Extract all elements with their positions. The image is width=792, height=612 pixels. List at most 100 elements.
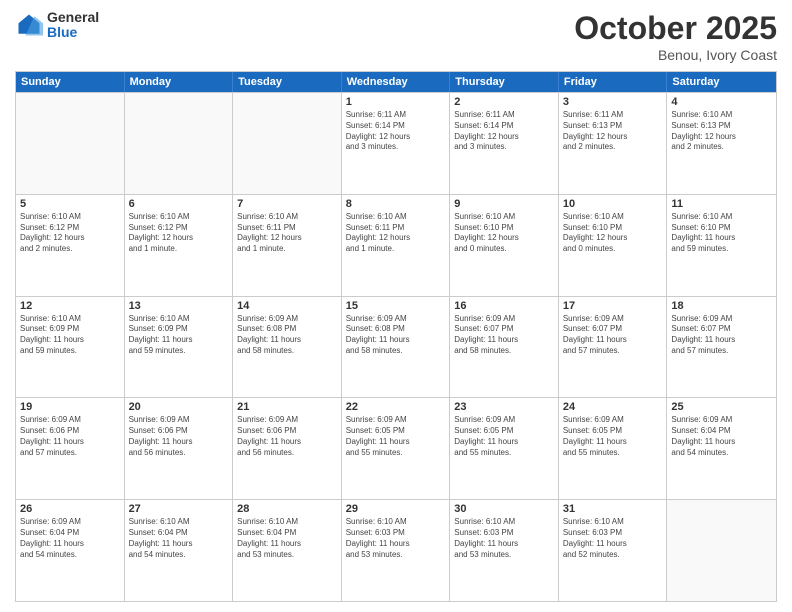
day-number: 7 (237, 198, 337, 210)
day-cell-29: 29 Sunrise: 6:10 AM Sunset: 6:03 PM Dayli… (342, 500, 451, 601)
day-info: Sunrise: 6:09 AM Sunset: 6:06 PM Dayligh… (20, 415, 120, 458)
day-info: Sunrise: 6:10 AM Sunset: 6:12 PM Dayligh… (20, 212, 120, 255)
weekday-header-tuesday: Tuesday (233, 72, 342, 92)
day-info: Sunrise: 6:10 AM Sunset: 6:03 PM Dayligh… (346, 517, 446, 560)
empty-cell-0-1 (125, 93, 234, 194)
location: Benou, Ivory Coast (574, 47, 777, 63)
day-cell-22: 22 Sunrise: 6:09 AM Sunset: 6:05 PM Dayli… (342, 398, 451, 499)
day-cell-12: 12 Sunrise: 6:10 AM Sunset: 6:09 PM Dayli… (16, 297, 125, 398)
day-number: 8 (346, 198, 446, 210)
day-number: 12 (20, 300, 120, 312)
empty-cell-4-6 (667, 500, 776, 601)
day-number: 3 (563, 96, 663, 108)
day-info: Sunrise: 6:10 AM Sunset: 6:09 PM Dayligh… (129, 314, 229, 357)
day-info: Sunrise: 6:10 AM Sunset: 6:04 PM Dayligh… (129, 517, 229, 560)
day-cell-24: 24 Sunrise: 6:09 AM Sunset: 6:05 PM Dayli… (559, 398, 668, 499)
day-cell-18: 18Sunrise: 6:09 AM Sunset: 6:07 PM Dayli… (667, 297, 776, 398)
day-info: Sunrise: 6:10 AM Sunset: 6:09 PM Dayligh… (20, 314, 120, 357)
day-cell-27: 27Sunrise: 6:10 AM Sunset: 6:04 PM Dayli… (125, 500, 234, 601)
day-info: Sunrise: 6:10 AM Sunset: 6:11 PM Dayligh… (346, 212, 446, 255)
weekday-header-friday: Friday (559, 72, 668, 92)
day-info: Sunrise: 6:09 AM Sunset: 6:08 PM Dayligh… (237, 314, 337, 357)
weekday-header-sunday: Sunday (16, 72, 125, 92)
calendar-row-3: 19 Sunrise: 6:09 AM Sunset: 6:06 PM Dayli… (16, 397, 776, 499)
day-cell-4: 4 Sunrise: 6:10 AM Sunset: 6:13 PM Daylig… (667, 93, 776, 194)
day-info: Sunrise: 6:09 AM Sunset: 6:05 PM Dayligh… (346, 415, 446, 458)
day-cell-2: 2 Sunrise: 6:11 AM Sunset: 6:14 PM Daylig… (450, 93, 559, 194)
weekday-header-saturday: Saturday (667, 72, 776, 92)
day-info: Sunrise: 6:11 AM Sunset: 6:14 PM Dayligh… (346, 110, 446, 153)
day-number: 6 (129, 198, 229, 210)
day-info: Sunrise: 6:09 AM Sunset: 6:05 PM Dayligh… (563, 415, 663, 458)
day-cell-8: 8 Sunrise: 6:10 AM Sunset: 6:11 PM Daylig… (342, 195, 451, 296)
day-cell-13: 13 Sunrise: 6:10 AM Sunset: 6:09 PM Dayli… (125, 297, 234, 398)
day-cell-6: 6Sunrise: 6:10 AM Sunset: 6:12 PM Daylig… (125, 195, 234, 296)
day-cell-10: 10 Sunrise: 6:10 AM Sunset: 6:10 PM Dayli… (559, 195, 668, 296)
weekday-header-monday: Monday (125, 72, 234, 92)
day-number: 23 (454, 401, 554, 413)
day-number: 9 (454, 198, 554, 210)
day-number: 22 (346, 401, 446, 413)
day-number: 2 (454, 96, 554, 108)
logo-blue-text: Blue (47, 25, 99, 40)
day-number: 10 (563, 198, 663, 210)
day-info: Sunrise: 6:10 AM Sunset: 6:10 PM Dayligh… (454, 212, 554, 255)
day-info: Sunrise: 6:10 AM Sunset: 6:10 PM Dayligh… (671, 212, 772, 255)
day-number: 16 (454, 300, 554, 312)
day-number: 26 (20, 503, 120, 515)
day-info: Sunrise: 6:11 AM Sunset: 6:13 PM Dayligh… (563, 110, 663, 153)
day-number: 15 (346, 300, 446, 312)
day-info: Sunrise: 6:09 AM Sunset: 6:04 PM Dayligh… (671, 415, 772, 458)
day-cell-21: 21Sunrise: 6:09 AM Sunset: 6:06 PM Dayli… (233, 398, 342, 499)
logo-general-text: General (47, 10, 99, 25)
page: General Blue October 2025 Benou, Ivory C… (0, 0, 792, 612)
day-cell-14: 14 Sunrise: 6:09 AM Sunset: 6:08 PM Dayli… (233, 297, 342, 398)
day-number: 29 (346, 503, 446, 515)
day-cell-26: 26 Sunrise: 6:09 AM Sunset: 6:04 PM Dayli… (16, 500, 125, 601)
day-cell-28: 28 Sunrise: 6:10 AM Sunset: 6:04 PM Dayli… (233, 500, 342, 601)
weekday-header-thursday: Thursday (450, 72, 559, 92)
day-info: Sunrise: 6:09 AM Sunset: 6:07 PM Dayligh… (454, 314, 554, 357)
calendar-row-4: 26 Sunrise: 6:09 AM Sunset: 6:04 PM Dayli… (16, 499, 776, 601)
empty-cell-0-2 (233, 93, 342, 194)
day-cell-25: 25Sunrise: 6:09 AM Sunset: 6:04 PM Dayli… (667, 398, 776, 499)
day-cell-1: 1 Sunrise: 6:11 AM Sunset: 6:14 PM Daylig… (342, 93, 451, 194)
day-number: 24 (563, 401, 663, 413)
calendar-body: 1 Sunrise: 6:11 AM Sunset: 6:14 PM Daylig… (16, 92, 776, 601)
day-cell-15: 15 Sunrise: 6:09 AM Sunset: 6:08 PM Dayli… (342, 297, 451, 398)
day-number: 28 (237, 503, 337, 515)
day-info: Sunrise: 6:10 AM Sunset: 6:10 PM Dayligh… (563, 212, 663, 255)
day-cell-7: 7 Sunrise: 6:10 AM Sunset: 6:11 PM Daylig… (233, 195, 342, 296)
day-info: Sunrise: 6:10 AM Sunset: 6:04 PM Dayligh… (237, 517, 337, 560)
day-number: 13 (129, 300, 229, 312)
day-info: Sunrise: 6:09 AM Sunset: 6:05 PM Dayligh… (454, 415, 554, 458)
logo-text: General Blue (47, 10, 99, 41)
day-info: Sunrise: 6:09 AM Sunset: 6:08 PM Dayligh… (346, 314, 446, 357)
day-cell-30: 30 Sunrise: 6:10 AM Sunset: 6:03 PM Dayli… (450, 500, 559, 601)
day-info: Sunrise: 6:11 AM Sunset: 6:14 PM Dayligh… (454, 110, 554, 153)
day-info: Sunrise: 6:10 AM Sunset: 6:03 PM Dayligh… (454, 517, 554, 560)
day-cell-16: 16 Sunrise: 6:09 AM Sunset: 6:07 PM Dayli… (450, 297, 559, 398)
day-info: Sunrise: 6:10 AM Sunset: 6:13 PM Dayligh… (671, 110, 772, 153)
day-cell-19: 19 Sunrise: 6:09 AM Sunset: 6:06 PM Dayli… (16, 398, 125, 499)
title-block: October 2025 Benou, Ivory Coast (574, 10, 777, 63)
day-cell-3: 3 Sunrise: 6:11 AM Sunset: 6:13 PM Daylig… (559, 93, 668, 194)
logo: General Blue (15, 10, 99, 41)
logo-icon (15, 11, 43, 39)
day-cell-11: 11Sunrise: 6:10 AM Sunset: 6:10 PM Dayli… (667, 195, 776, 296)
day-info: Sunrise: 6:10 AM Sunset: 6:11 PM Dayligh… (237, 212, 337, 255)
day-cell-17: 17Sunrise: 6:09 AM Sunset: 6:07 PM Dayli… (559, 297, 668, 398)
day-number: 30 (454, 503, 554, 515)
day-number: 21 (237, 401, 337, 413)
day-info: Sunrise: 6:10 AM Sunset: 6:03 PM Dayligh… (563, 517, 663, 560)
day-cell-31: 31Sunrise: 6:10 AM Sunset: 6:03 PM Dayli… (559, 500, 668, 601)
day-info: Sunrise: 6:09 AM Sunset: 6:04 PM Dayligh… (20, 517, 120, 560)
day-number: 1 (346, 96, 446, 108)
day-number: 14 (237, 300, 337, 312)
day-number: 17 (563, 300, 663, 312)
day-cell-23: 23 Sunrise: 6:09 AM Sunset: 6:05 PM Dayli… (450, 398, 559, 499)
day-number: 4 (671, 96, 772, 108)
calendar-header: SundayMondayTuesdayWednesdayThursdayFrid… (16, 72, 776, 92)
day-number: 20 (129, 401, 229, 413)
day-number: 19 (20, 401, 120, 413)
